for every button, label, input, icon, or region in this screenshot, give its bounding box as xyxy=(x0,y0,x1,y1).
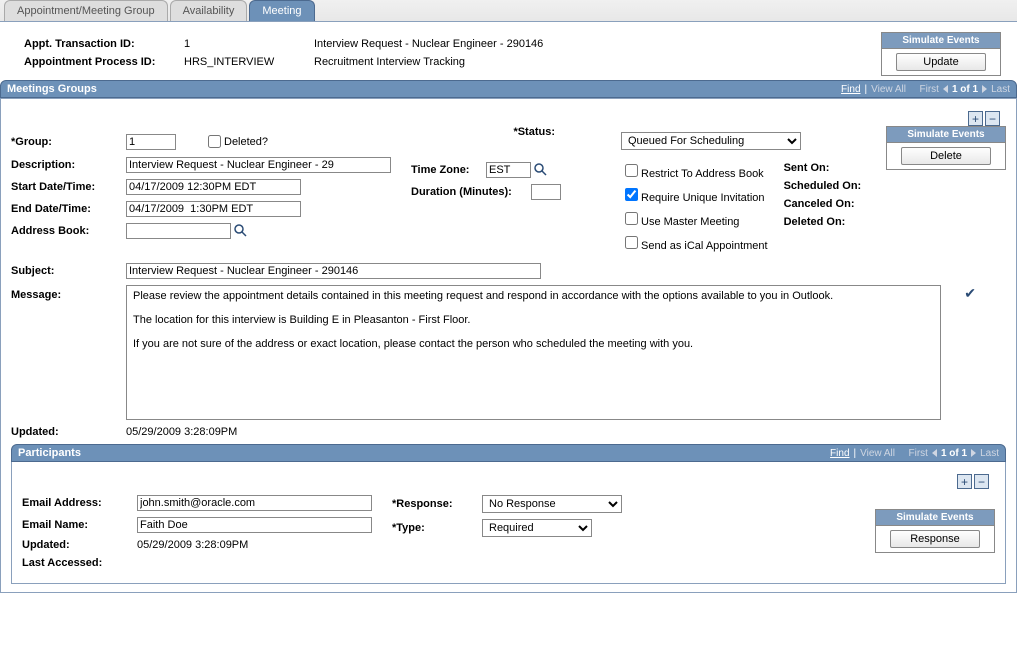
delete-button[interactable]: Delete xyxy=(901,147,991,165)
part-remove-row-button[interactable]: − xyxy=(974,474,989,489)
tz-label: Time Zone: xyxy=(411,164,486,176)
txn-desc: Interview Request - Nuclear Engineer - 2… xyxy=(314,38,543,50)
unique-checkbox[interactable] xyxy=(625,188,638,201)
end-label: End Date/Time: xyxy=(11,203,126,215)
response-select[interactable]: No Response xyxy=(482,495,622,513)
part-nav-count: 1 of 1 xyxy=(941,448,967,459)
dur-input[interactable] xyxy=(531,184,561,200)
part-nav-first: First xyxy=(909,448,928,459)
proc-desc: Recruitment Interview Tracking xyxy=(314,56,465,68)
txn-id-label: Appt. Transaction ID: xyxy=(24,38,184,50)
nav-count: 1 of 1 xyxy=(952,84,978,95)
desc-input[interactable] xyxy=(126,157,391,173)
part-nav-viewall: View All xyxy=(860,448,895,459)
sent-on-label: Sent On: xyxy=(784,162,884,174)
scheduled-on-label: Scheduled On: xyxy=(784,180,884,192)
nav-last: Last xyxy=(991,84,1010,95)
response-label: Response: xyxy=(392,498,482,510)
part-nav-next-icon xyxy=(971,449,976,457)
tab-meeting[interactable]: Meeting xyxy=(249,0,314,21)
updated-label: Updated: xyxy=(11,426,126,438)
start-input[interactable] xyxy=(126,179,301,195)
part-nav-prev-icon xyxy=(932,449,937,457)
start-label: Start Date/Time: xyxy=(11,181,126,193)
txn-id-value: 1 xyxy=(184,38,314,50)
simulate-response-box: Simulate Events Response xyxy=(875,509,995,553)
updated-value: 05/29/2009 3:28:09PM xyxy=(126,426,237,438)
nav-find[interactable]: Find xyxy=(841,84,860,95)
update-button[interactable]: Update xyxy=(896,53,986,71)
part-add-row-button[interactable]: + xyxy=(957,474,972,489)
master-checkbox[interactable] xyxy=(625,212,638,225)
type-label: Type: xyxy=(392,522,482,534)
dur-label: Duration (Minutes): xyxy=(411,186,531,198)
proc-id-label: Appointment Process ID: xyxy=(24,56,184,68)
add-row-button[interactable]: + xyxy=(968,111,983,126)
tz-input[interactable] xyxy=(486,162,531,178)
status-select[interactable]: Queued For Scheduling xyxy=(621,132,801,150)
meetings-groups-title: Meetings Groups xyxy=(7,83,97,95)
participants-title: Participants xyxy=(18,447,81,459)
email-address-label: Email Address: xyxy=(22,497,137,509)
part-updated-value: 05/29/2009 3:28:09PM xyxy=(137,539,248,551)
participants-header: Participants Find | View All First 1 of … xyxy=(11,444,1006,462)
group-label: Group: xyxy=(11,136,126,148)
last-accessed-label: Last Accessed: xyxy=(22,557,137,569)
response-button[interactable]: Response xyxy=(890,530,980,548)
tab-group[interactable]: Appointment/Meeting Group xyxy=(4,0,168,21)
nav-prev-icon xyxy=(943,85,948,93)
nav-next-icon xyxy=(982,85,987,93)
message-textarea[interactable]: Please review the appointment details co… xyxy=(126,285,941,420)
simulate-delete-box: Simulate Events Delete xyxy=(886,126,1006,170)
proc-id-value: HRS_INTERVIEW xyxy=(184,56,314,68)
deleted-label: Deleted? xyxy=(224,136,268,148)
deleted-checkbox[interactable] xyxy=(208,135,221,148)
participants-panel: + − Email Address: Email Name: Updated: … xyxy=(11,462,1006,584)
deleted-checkbox-wrap[interactable]: Deleted? xyxy=(204,132,268,151)
email-name-input[interactable] xyxy=(137,517,372,533)
nav-first: First xyxy=(920,84,939,95)
restrict-label: Restrict To Address Book xyxy=(641,168,764,180)
ical-label: Send as iCal Appointment xyxy=(641,240,768,252)
spellcheck-icon[interactable]: ✔ xyxy=(964,285,976,302)
tab-availability[interactable]: Availability xyxy=(170,0,248,21)
part-nav-find[interactable]: Find xyxy=(830,448,849,459)
nav-viewall: View All xyxy=(871,84,906,95)
email-address-input[interactable] xyxy=(137,495,372,511)
ab-input[interactable] xyxy=(126,223,231,239)
tz-lookup-icon[interactable] xyxy=(534,163,548,177)
remove-row-button[interactable]: − xyxy=(985,111,1000,126)
subject-label: Subject: xyxy=(11,265,126,277)
group-input[interactable] xyxy=(126,134,176,150)
part-updated-label: Updated: xyxy=(22,539,137,551)
simulate-title-response: Simulate Events xyxy=(876,510,994,526)
message-label: Message: xyxy=(11,285,126,301)
desc-label: Description: xyxy=(11,159,126,171)
simulate-title-delete: Simulate Events xyxy=(887,127,1005,143)
ab-lookup-icon[interactable] xyxy=(234,224,248,238)
email-name-label: Email Name: xyxy=(22,519,137,531)
simulate-title-update: Simulate Events xyxy=(882,33,1000,49)
deleted-on-label: Deleted On: xyxy=(784,216,884,228)
meetings-groups-panel: + − Group: Deleted? Description: Start D… xyxy=(0,98,1017,593)
ab-label: Address Book: xyxy=(11,225,126,237)
master-label: Use Master Meeting xyxy=(641,216,739,228)
type-select[interactable]: Required xyxy=(482,519,592,537)
end-input[interactable] xyxy=(126,201,301,217)
part-nav-last: Last xyxy=(980,448,999,459)
unique-label: Require Unique Invitation xyxy=(641,192,765,204)
canceled-on-label: Canceled On: xyxy=(784,198,884,210)
simulate-update-box: Simulate Events Update xyxy=(881,32,1001,76)
ical-checkbox[interactable] xyxy=(625,236,638,249)
tab-bar: Appointment/Meeting Group Availability M… xyxy=(0,0,1017,22)
meetings-groups-header: Meetings Groups Find | View All First 1 … xyxy=(0,80,1017,98)
restrict-checkbox[interactable] xyxy=(625,164,638,177)
subject-input[interactable] xyxy=(126,263,541,279)
status-label: Status: xyxy=(411,126,561,138)
